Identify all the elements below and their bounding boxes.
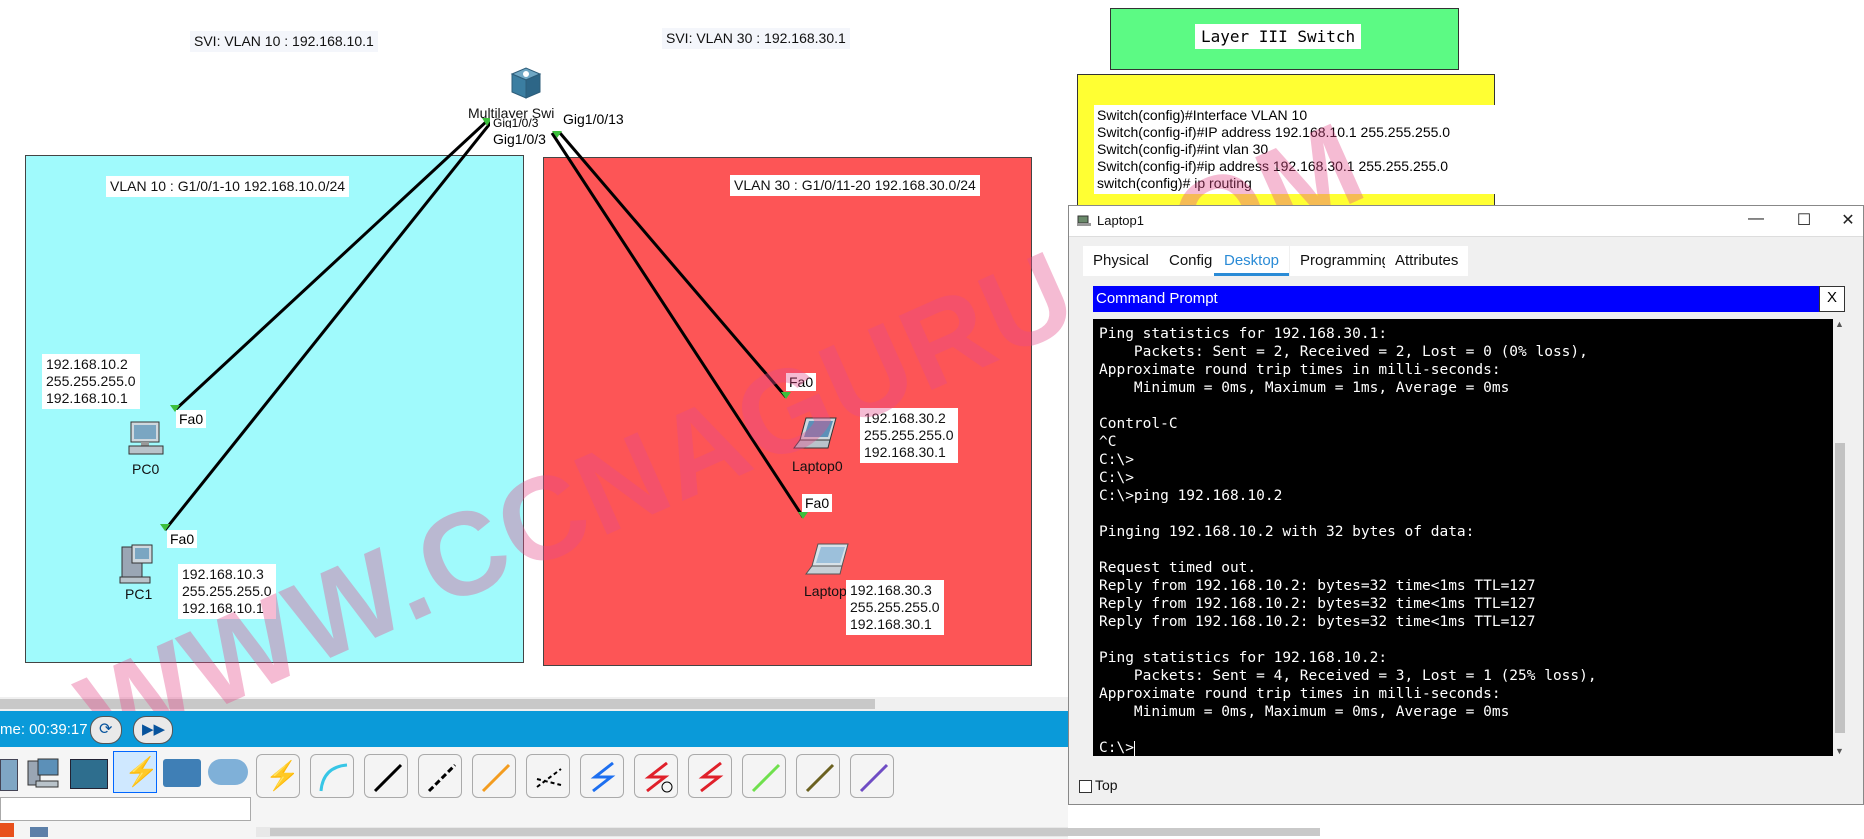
tab-desktop[interactable]: Desktop: [1214, 246, 1290, 276]
pc0-name: PC0: [132, 461, 160, 477]
pc1-computer-icon[interactable]: [118, 543, 158, 585]
device-toolbar: ⚡ ⚡: [0, 747, 1320, 839]
maximize-icon[interactable]: ☐: [1789, 210, 1819, 230]
top-checkbox-label: Top: [1095, 777, 1118, 793]
minimize-icon[interactable]: —: [1741, 210, 1771, 228]
terminal-scrollbar[interactable]: ▲ ▼: [1833, 319, 1847, 756]
terminal-line: Approximate round trip times in milli-se…: [1099, 686, 1501, 702]
terminal-line: Packets: Sent = 4, Received = 3, Lost = …: [1099, 668, 1597, 684]
window-titlebar[interactable]: Laptop1 — ☐ ✕: [1069, 206, 1863, 237]
connections-category-icon[interactable]: ⚡: [113, 751, 159, 793]
tab-programming[interactable]: Programming: [1290, 246, 1401, 276]
terminal-line: Control-C: [1099, 416, 1178, 432]
coaxial-cable-button[interactable]: [580, 754, 624, 798]
pause-icon[interactable]: [30, 827, 48, 837]
red-marker-icon: [0, 823, 14, 837]
terminal-line: Minimum = 0ms, Maximum = 1ms, Average = …: [1099, 380, 1510, 396]
layer3-switch-title: Layer III Switch: [1195, 24, 1362, 49]
app-icon: [1077, 214, 1091, 226]
laptop1-laptop-icon[interactable]: [804, 540, 852, 580]
link-switch-pc1: [163, 120, 494, 531]
command-prompt-title: Command Prompt: [1096, 290, 1218, 307]
scrollbar-thumb[interactable]: [1835, 443, 1845, 733]
pc0-ip-config: 192.168.10.2 255.255.255.0 192.168.10.1: [42, 354, 140, 409]
timebar: me: 00:39:17 ⟳ ▶▶: [0, 711, 1068, 747]
pc1-port-label: Fa0: [167, 530, 198, 548]
toolbar-hscrollbar[interactable]: [256, 827, 1320, 837]
switch-port-gig1-0-3-a: Gig1/0/3: [490, 118, 542, 128]
terminal-line: Packets: Sent = 2, Received = 2, Lost = …: [1099, 344, 1588, 360]
tab-attributes[interactable]: Attributes: [1385, 246, 1469, 276]
terminal-line: Ping statistics for 192.168.10.2:: [1099, 650, 1388, 666]
device-search-field[interactable]: [0, 797, 251, 821]
reset-icon: ⟳: [99, 721, 113, 738]
command-prompt-close-button[interactable]: X: [1819, 286, 1845, 312]
switch-port-gig1-0-13: Gig1/0/13: [560, 110, 627, 128]
terminal-line: Request timed out.: [1099, 560, 1257, 576]
computer-category-icon[interactable]: [24, 755, 62, 791]
serial-dte-cable-button[interactable]: [688, 754, 732, 798]
multilayer-switch-icon[interactable]: [508, 66, 544, 100]
terminal-output[interactable]: Ping statistics for 192.168.30.1: Packet…: [1093, 319, 1833, 756]
scroll-up-icon[interactable]: ▲: [1835, 319, 1844, 329]
pc1-name: PC1: [125, 586, 153, 602]
terminal-line: C:\>: [1099, 740, 1135, 756]
close-icon[interactable]: ✕: [1833, 210, 1863, 230]
laptop1-window: Laptop1 — ☐ ✕ Physical Config Desktop Pr…: [1068, 205, 1864, 805]
terminal-line: C:\>: [1099, 452, 1134, 468]
iot-custom-cable-button[interactable]: [796, 754, 840, 798]
terminal-line: Reply from 192.168.10.2: bytes=32 time<1…: [1099, 596, 1536, 612]
tab-physical[interactable]: Physical: [1083, 246, 1159, 276]
terminal-line: ^C: [1099, 434, 1117, 450]
lightning-icon: ⚡: [124, 756, 159, 787]
auto-connection-button[interactable]: ⚡: [256, 754, 300, 798]
terminal-line: C:\>ping 192.168.10.2: [1099, 488, 1283, 504]
reset-time-button[interactable]: ⟳: [90, 716, 122, 744]
terminal-line: C:\>: [1099, 470, 1134, 486]
layer3-switch-box: Layer III Switch: [1110, 8, 1459, 70]
switch-port-gig1-0-3: Gig1/0/3: [490, 130, 549, 148]
terminal-line: Minimum = 0ms, Maximum = 0ms, Average = …: [1099, 704, 1510, 720]
pc0-computer-icon[interactable]: [127, 420, 167, 458]
lightning-icon: ⚡: [265, 760, 300, 791]
console-cable-button[interactable]: [310, 754, 354, 798]
octal-cable-button[interactable]: [742, 754, 786, 798]
usb-cable-button[interactable]: [850, 754, 894, 798]
end-device-icon[interactable]: [0, 759, 18, 791]
fiber-cable-button[interactable]: [472, 754, 516, 798]
fast-forward-button[interactable]: ▶▶: [133, 716, 173, 744]
top-checkbox[interactable]: [1079, 780, 1092, 793]
fast-forward-icon: ▶▶: [142, 721, 166, 738]
command-prompt-titlebar: Command Prompt X: [1093, 286, 1845, 312]
laptop1-ip-config: 192.168.30.3 255.255.255.0 192.168.30.1: [846, 580, 944, 635]
window-tabs: Physical Config Desktop Programming Attr…: [1083, 246, 1855, 276]
straight-through-cable-button[interactable]: [364, 754, 408, 798]
serial-dce-cable-button[interactable]: [634, 754, 678, 798]
pc0-port-label: Fa0: [176, 410, 207, 428]
cloud-icon[interactable]: [208, 759, 248, 785]
terminal-line: Reply from 192.168.10.2: bytes=32 time<1…: [1099, 578, 1536, 594]
window-title: Laptop1: [1097, 213, 1144, 228]
network-module-icon[interactable]: [70, 759, 108, 789]
terminal-line: Approximate round trip times in milli-se…: [1099, 362, 1501, 378]
laptop1-port-label: Fa0: [802, 494, 833, 512]
terminal-cursor: [1133, 740, 1135, 756]
terminal-line: Pinging 192.168.10.2 with 32 bytes of da…: [1099, 524, 1475, 540]
folder-icon[interactable]: [163, 759, 201, 787]
sim-time: me: 00:39:17: [0, 721, 88, 738]
scroll-down-icon[interactable]: ▼: [1835, 746, 1844, 756]
link-switch-pc0: [173, 119, 489, 412]
terminal-line: Ping statistics for 192.168.30.1:: [1099, 326, 1388, 342]
laptop1-name: Laptop: [804, 583, 847, 599]
crossover-cable-button[interactable]: [418, 754, 462, 798]
phone-cable-button[interactable]: [526, 754, 570, 798]
tab-config[interactable]: Config: [1159, 246, 1223, 276]
terminal-line: Reply from 192.168.10.2: bytes=32 time<1…: [1099, 614, 1536, 630]
